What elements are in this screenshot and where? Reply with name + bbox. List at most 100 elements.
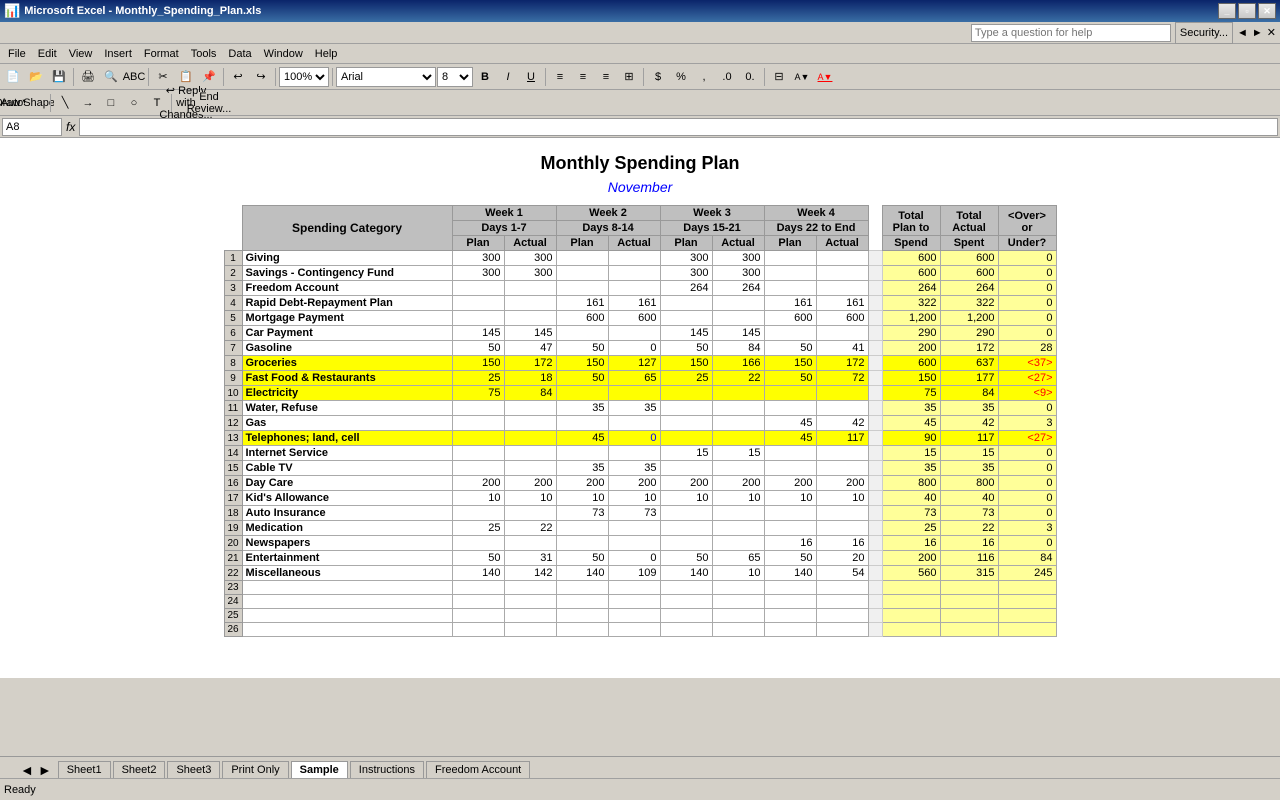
cell-w4-actual[interactable]: 10 [816, 491, 868, 506]
cell-category[interactable]: Telephones; land, cell [242, 431, 452, 446]
cell-w3-plan[interactable] [660, 609, 712, 623]
cell-total-plan[interactable]: 200 [882, 551, 940, 566]
cell-w1-plan[interactable]: 200 [452, 476, 504, 491]
cell-w1-actual[interactable] [504, 311, 556, 326]
cell-w3-plan[interactable]: 50 [660, 341, 712, 356]
cell-w3-actual[interactable] [712, 595, 764, 609]
cell-category[interactable] [242, 581, 452, 595]
cell-total-actual[interactable]: 1,200 [940, 311, 998, 326]
cell-w3-plan[interactable] [660, 521, 712, 536]
cell-w3-actual[interactable] [712, 581, 764, 595]
arrow-btn[interactable]: → [77, 92, 99, 114]
cell-total-actual[interactable]: 322 [940, 296, 998, 311]
cell-w1-actual[interactable]: 145 [504, 326, 556, 341]
cell-w2-actual[interactable]: 600 [608, 311, 660, 326]
cell-w1-actual[interactable] [504, 536, 556, 551]
cell-category[interactable] [242, 609, 452, 623]
save-btn[interactable]: 💾 [48, 66, 70, 88]
fill-color-btn[interactable]: A▼ [791, 66, 813, 88]
spell-btn[interactable]: ABC [123, 66, 145, 88]
cell-total-plan[interactable]: 264 [882, 281, 940, 296]
cell-w4-plan[interactable] [764, 581, 816, 595]
cell-w4-plan[interactable] [764, 446, 816, 461]
cell-w3-plan[interactable] [660, 416, 712, 431]
cell-total-plan[interactable]: 560 [882, 566, 940, 581]
cell-total-plan[interactable]: 800 [882, 476, 940, 491]
end-review-btn[interactable]: End Review... [198, 92, 220, 114]
cell-w4-actual[interactable]: 72 [816, 371, 868, 386]
cell-over-under[interactable]: <37> [998, 356, 1056, 371]
cell-w2-actual[interactable]: 65 [608, 371, 660, 386]
cell-total-actual[interactable]: 600 [940, 266, 998, 281]
menu-format[interactable]: Format [138, 46, 185, 62]
cell-total-actual[interactable]: 35 [940, 401, 998, 416]
cell-w4-plan[interactable] [764, 609, 816, 623]
cell-w4-plan[interactable] [764, 251, 816, 266]
cell-w4-plan[interactable]: 140 [764, 566, 816, 581]
align-right-btn[interactable]: ≡ [595, 66, 617, 88]
cell-w2-plan[interactable]: 35 [556, 461, 608, 476]
menu-file[interactable]: File [2, 46, 32, 62]
cell-w1-actual[interactable] [504, 281, 556, 296]
cell-w4-plan[interactable]: 600 [764, 311, 816, 326]
restore-btn[interactable]: ▫ [1238, 3, 1256, 19]
cell-w2-actual[interactable] [608, 581, 660, 595]
cell-total-plan[interactable] [882, 609, 940, 623]
align-left-btn[interactable]: ≡ [549, 66, 571, 88]
cell-category[interactable]: Internet Service [242, 446, 452, 461]
cell-category[interactable]: Kid's Allowance [242, 491, 452, 506]
tab-sheet2[interactable]: Sheet2 [113, 761, 166, 778]
cell-w1-actual[interactable] [504, 581, 556, 595]
cell-w3-plan[interactable] [660, 506, 712, 521]
menu-data[interactable]: Data [222, 46, 257, 62]
cell-total-plan[interactable]: 73 [882, 506, 940, 521]
cell-w2-plan[interactable]: 50 [556, 551, 608, 566]
rect-btn[interactable]: □ [100, 92, 122, 114]
cell-over-under[interactable]: 3 [998, 416, 1056, 431]
minimize-btn[interactable]: _ [1218, 3, 1236, 19]
cell-category[interactable]: Water, Refuse [242, 401, 452, 416]
cell-total-actual[interactable]: 290 [940, 326, 998, 341]
cell-over-under[interactable]: 0 [998, 296, 1056, 311]
close-btn[interactable]: ✕ [1258, 3, 1276, 19]
tab-nav-left[interactable]: ◄ [20, 762, 34, 778]
cell-w1-plan[interactable]: 10 [452, 491, 504, 506]
cell-w2-plan[interactable]: 50 [556, 371, 608, 386]
cell-over-under[interactable]: 0 [998, 311, 1056, 326]
redo-btn[interactable]: ↪ [250, 66, 272, 88]
cell-w1-actual[interactable] [504, 623, 556, 637]
cell-over-under[interactable]: 84 [998, 551, 1056, 566]
cell-w1-plan[interactable] [452, 609, 504, 623]
cell-w3-plan[interactable]: 200 [660, 476, 712, 491]
cell-category[interactable]: Freedom Account [242, 281, 452, 296]
cell-w4-actual[interactable] [816, 506, 868, 521]
cell-w4-plan[interactable]: 50 [764, 341, 816, 356]
cell-w2-actual[interactable] [608, 623, 660, 637]
cell-w3-actual[interactable] [712, 431, 764, 446]
tab-instructions[interactable]: Instructions [350, 761, 424, 778]
cell-w3-actual[interactable] [712, 296, 764, 311]
cell-w1-actual[interactable]: 31 [504, 551, 556, 566]
cell-w1-plan[interactable]: 140 [452, 566, 504, 581]
cell-w4-plan[interactable]: 45 [764, 416, 816, 431]
cell-w1-plan[interactable]: 150 [452, 356, 504, 371]
cell-w1-actual[interactable] [504, 595, 556, 609]
dec-inc-btn[interactable]: .0 [716, 66, 738, 88]
preview-btn[interactable]: 🔍 [100, 66, 122, 88]
cell-w3-actual[interactable]: 300 [712, 266, 764, 281]
print-btn[interactable]: 🖨 [77, 66, 99, 88]
font-color-btn[interactable]: A▼ [814, 66, 836, 88]
tab-sheet3[interactable]: Sheet3 [167, 761, 220, 778]
tab-print-only[interactable]: Print Only [222, 761, 288, 778]
cell-w2-actual[interactable] [608, 386, 660, 401]
cell-w4-plan[interactable] [764, 386, 816, 401]
cell-w4-actual[interactable] [816, 281, 868, 296]
cell-w3-plan[interactable]: 140 [660, 566, 712, 581]
cell-w3-actual[interactable]: 264 [712, 281, 764, 296]
cell-total-actual[interactable] [940, 623, 998, 637]
cell-category[interactable]: Gasoline [242, 341, 452, 356]
cell-over-under[interactable] [998, 623, 1056, 637]
cell-w1-plan[interactable]: 300 [452, 251, 504, 266]
menu-window[interactable]: Window [258, 46, 309, 62]
cell-category[interactable]: Electricity [242, 386, 452, 401]
